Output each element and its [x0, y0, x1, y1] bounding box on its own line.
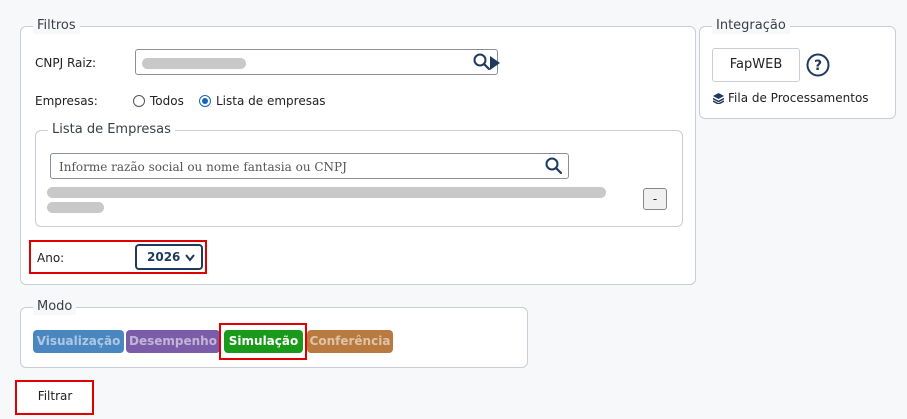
lista-empresas-legend: Lista de Empresas [48, 122, 175, 138]
simulacao-highlight-box [219, 323, 307, 360]
lista-empresas-fieldset: Lista de Empresas Informe razão social o… [35, 122, 683, 227]
search-icon[interactable] [473, 53, 491, 71]
mode-visualizacao-button[interactable]: Visualização [33, 330, 124, 353]
help-icon-glyph: ? [814, 58, 822, 74]
mode-desempenho-button[interactable]: Desempenho [126, 330, 220, 353]
empresa-selected-redacted [47, 187, 606, 198]
integration-legend: Integração [712, 18, 790, 34]
radio-lista-label: Lista de empresas [216, 94, 326, 108]
cnpj-label: CNPJ Raiz: [35, 56, 97, 70]
cnpj-value-redacted [142, 58, 246, 69]
help-icon[interactable]: ? [806, 53, 830, 77]
radio-todos-label: Todos [150, 94, 184, 108]
fapweb-button[interactable]: FapWEB [712, 48, 800, 82]
layers-icon [713, 93, 724, 104]
radio-lista[interactable]: Lista de empresas [199, 94, 326, 108]
mode-conferencia-button[interactable]: Conferência [307, 330, 393, 353]
empresa-search-placeholder: Informe razão social ou nome fantasia ou… [59, 160, 347, 174]
radio-todos[interactable]: Todos [133, 94, 184, 108]
remove-empresa-button[interactable]: - [643, 188, 667, 210]
radio-lista-circle[interactable] [199, 95, 211, 107]
filter-highlight-box [15, 380, 94, 415]
empresa-search-input[interactable]: Informe razão social ou nome fantasia ou… [50, 153, 569, 179]
play-arrow-icon[interactable] [490, 56, 500, 70]
search-icon[interactable] [545, 157, 563, 175]
integration-fieldset: Integração FapWEB ? Fila de Processament… [699, 18, 896, 119]
ano-highlight-box [29, 240, 207, 274]
empresa-selected-redacted-2 [47, 202, 104, 213]
cnpj-input[interactable] [135, 49, 498, 75]
filters-legend: Filtros [33, 18, 80, 34]
empresas-label: Empresas: [35, 94, 98, 108]
mode-legend: Modo [33, 299, 77, 315]
processing-queue-link[interactable]: Fila de Processamentos [728, 91, 869, 105]
radio-todos-circle[interactable] [133, 95, 145, 107]
